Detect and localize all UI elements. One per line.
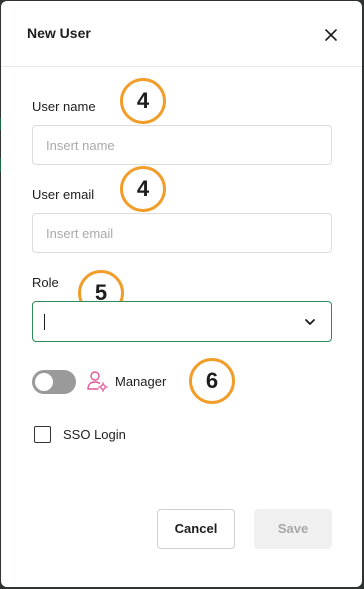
chevron-down-icon[interactable] xyxy=(303,315,317,329)
role-select[interactable] xyxy=(32,301,332,342)
manager-label: Manager xyxy=(115,374,167,389)
sso-login-label: SSO Login xyxy=(63,427,126,442)
user-name-label: User name xyxy=(32,99,96,114)
user-email-input[interactable] xyxy=(32,213,332,253)
save-button[interactable]: Save xyxy=(254,509,332,549)
annotation-marker: 4 xyxy=(120,166,166,212)
toggle-knob xyxy=(35,373,53,391)
annotation-marker: 6 xyxy=(189,358,235,404)
dialog-header: New User xyxy=(1,1,362,67)
sso-login-checkbox[interactable] xyxy=(34,426,51,443)
user-name-input[interactable] xyxy=(32,125,332,165)
user-email-label: User email xyxy=(32,187,95,202)
text-cursor xyxy=(44,314,45,330)
manager-toggle[interactable] xyxy=(32,370,76,394)
new-user-dialog: New User User name 4 User email 4 Role 5 xyxy=(1,1,362,587)
dialog-title: New User xyxy=(27,25,91,41)
cancel-button[interactable]: Cancel xyxy=(157,509,235,549)
role-label: Role xyxy=(32,275,59,290)
user-settings-icon xyxy=(85,369,109,393)
annotation-marker: 4 xyxy=(120,78,166,124)
close-icon[interactable] xyxy=(321,25,341,45)
